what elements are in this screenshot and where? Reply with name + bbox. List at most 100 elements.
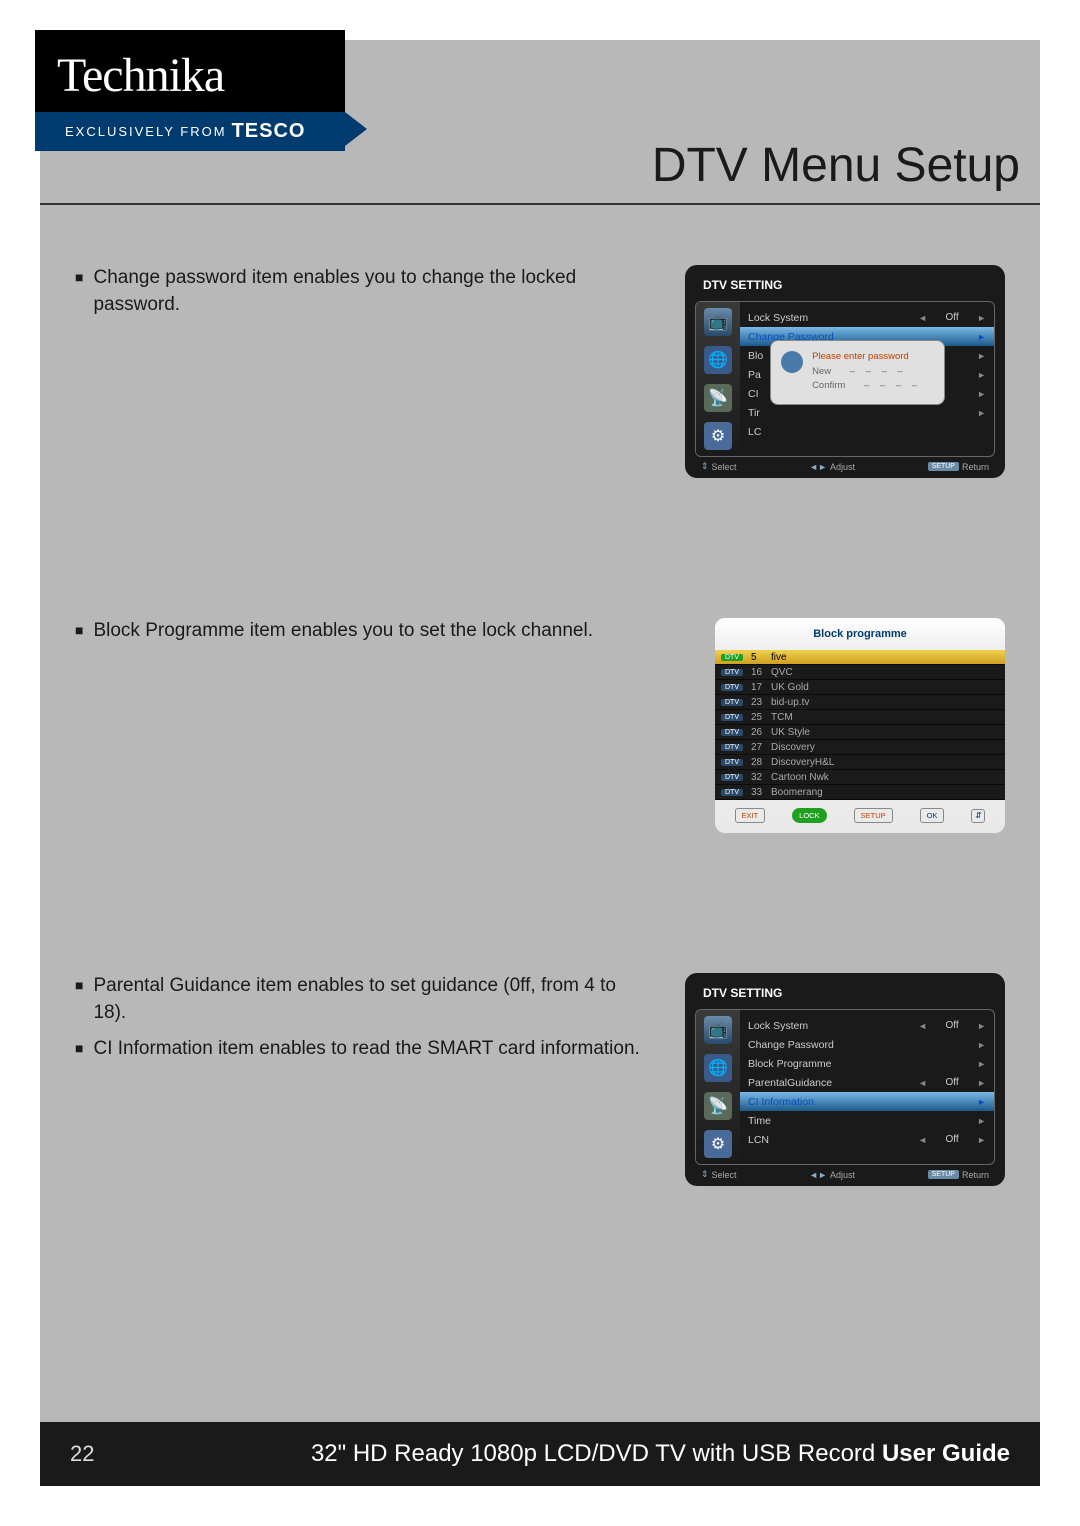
channel-name: DiscoveryH&L (771, 757, 834, 768)
bullet-text: Change password item enables you to chan… (75, 265, 645, 318)
dtv-badge: DTV (721, 699, 743, 706)
channel-name: Discovery (771, 742, 815, 753)
menu-row[interactable]: Change Password► (740, 1035, 994, 1054)
page-content: Change password item enables you to chan… (40, 205, 1040, 1186)
osd-inner: 📺 🌐 📡 ⚙ Lock System◄Off►Change Password►… (695, 1009, 995, 1165)
page-title: DTV Menu Setup (652, 138, 1020, 193)
dtv-badge: DTV (721, 759, 743, 766)
channel-name: UK Gold (771, 682, 809, 693)
dtv-badge: DTV (721, 789, 743, 796)
exclusive-banner: EXCLUSIVELY FROM TESCO (35, 112, 345, 151)
page-header: Technika EXCLUSIVELY FROM TESCO DTV Menu… (40, 40, 1040, 205)
channel-row[interactable]: DTV26UK Style (715, 725, 1005, 740)
bullet-text: Parental Guidance item enables to set gu… (75, 973, 645, 1026)
page-number: 22 (70, 1441, 94, 1467)
dtv-badge: DTV (721, 654, 743, 661)
footer-select: ⇕ Select (701, 461, 737, 472)
channel-row[interactable]: DTV32Cartoon Nwk (715, 770, 1005, 785)
info-icon (781, 351, 803, 373)
footer-return: SETUP Return (928, 1170, 989, 1180)
osd-title: DTV SETTING (695, 273, 995, 297)
channel-list: DTV5fiveDTV16QVCDTV17UK GoldDTV23bid-up.… (715, 650, 1005, 800)
lock-button[interactable]: LOCK (792, 808, 826, 823)
osd-change-password: DTV SETTING 📺 🌐 📡 ⚙ Lock System ◄ Off (685, 265, 1005, 478)
dtv-badge: DTV (721, 729, 743, 736)
page-background: Technika EXCLUSIVELY FROM TESCO DTV Menu… (40, 40, 1040, 1486)
channel-name: bid-up.tv (771, 697, 809, 708)
channel-row[interactable]: DTV28DiscoveryH&L (715, 755, 1005, 770)
arrow-right-icon: ► (977, 1021, 986, 1031)
menu-row[interactable]: Block Programme► (740, 1054, 994, 1073)
dtv-badge: DTV (721, 684, 743, 691)
arrow-left-icon: ◄ (918, 1021, 927, 1031)
leftright-icon: ◄► (809, 462, 827, 472)
logo-container: Technika EXCLUSIVELY FROM TESCO (40, 40, 345, 151)
arrow-right-icon: ► (977, 1078, 986, 1088)
osd-inner: 📺 🌐 📡 ⚙ Lock System ◄ Off ► Ch (695, 301, 995, 457)
osd-sidebar: 📺 🌐 📡 ⚙ (696, 1010, 740, 1164)
arrow-right-icon: ► (977, 1040, 986, 1050)
block-footer: EXIT LOCK SETUP OK ⇵ (715, 800, 1005, 823)
channel-name: QVC (771, 667, 793, 678)
channel-number: 23 (751, 697, 771, 708)
arrow-left-icon: ◄ (918, 1078, 927, 1088)
arrow-left-icon: ◄ (918, 313, 927, 323)
nav-updown-icon[interactable]: ⇵ (971, 809, 985, 823)
channel-name: Cartoon Nwk (771, 772, 829, 783)
footer-adjust: ◄► Adjust (809, 462, 855, 472)
menu-row-lock-system[interactable]: Lock System ◄ Off ► (740, 308, 994, 327)
channel-row[interactable]: DTV17UK Gold (715, 680, 1005, 695)
satellite-icon: 📡 (704, 1092, 732, 1120)
channel-number: 5 (751, 652, 771, 663)
channel-number: 16 (751, 667, 771, 678)
satellite-icon: 📡 (704, 384, 732, 412)
tv-icon: 📺 (704, 308, 732, 336)
setup-badge: SETUP (928, 1170, 959, 1179)
arrow-right-icon: ► (977, 1059, 986, 1069)
menu-row[interactable]: Time► (740, 1111, 994, 1130)
popup-content: Please enter password New – – – – Confir… (812, 351, 921, 394)
setup-button[interactable]: SETUP (854, 808, 893, 823)
footer-adjust: ◄► Adjust (809, 1170, 855, 1180)
osd-menu-list: Lock System ◄ Off ► Change Password ► Bl… (740, 302, 994, 456)
tv-icon: 📺 (704, 1016, 732, 1044)
dtv-badge: DTV (721, 714, 743, 721)
osd-footer: ⇕ Select ◄► Adjust SETUP Return (695, 457, 995, 472)
osd-block-programme: Block programme DTV5fiveDTV16QVCDTV17UK … (715, 618, 1005, 833)
channel-row[interactable]: DTV27Discovery (715, 740, 1005, 755)
channel-row[interactable]: DTV 23bid-up.tv (715, 695, 1005, 710)
section-text: Parental Guidance item enables to set gu… (75, 973, 645, 1073)
ok-button[interactable]: OK (920, 808, 945, 823)
arrow-right-icon: ► (977, 1097, 986, 1107)
channel-name: Boomerang (771, 787, 823, 798)
menu-row[interactable]: LCN◄Off► (740, 1130, 994, 1149)
arrow-left-icon: ◄ (918, 1135, 927, 1145)
exit-button[interactable]: EXIT (735, 808, 766, 823)
dtv-badge: DTV (721, 669, 743, 676)
popup-prompt: Please enter password (812, 351, 921, 362)
channel-name: UK Style (771, 727, 810, 738)
footer-select: ⇕ Select (701, 1169, 737, 1180)
channel-row[interactable]: DTV25TCM (715, 710, 1005, 725)
menu-row[interactable]: CI Information► (740, 1092, 994, 1111)
arrow-right-icon: ► (977, 1116, 986, 1126)
osd-sidebar: 📺 🌐 📡 ⚙ (696, 302, 740, 456)
popup-confirm-field: Confirm – – – – (812, 380, 921, 391)
footer-product-title: 32" HD Ready 1080p LCD/DVD TV with USB R… (311, 1440, 1010, 1468)
section-block-programme: Block Programme item enables you to set … (75, 618, 1005, 833)
setup-badge: SETUP (928, 462, 959, 471)
channel-number: 27 (751, 742, 771, 753)
channel-row[interactable]: DTV 16QVC (715, 665, 1005, 680)
arrow-right-icon: ► (977, 1135, 986, 1145)
arrow-right-icon: ► (977, 313, 986, 323)
osd-menu-list: Lock System◄Off►Change Password►Block Pr… (740, 1010, 994, 1164)
settings-icon: ⚙ (704, 1130, 732, 1158)
menu-row[interactable]: ParentalGuidance◄Off► (740, 1073, 994, 1092)
channel-row[interactable]: DTV 5five (715, 650, 1005, 665)
channel-row[interactable]: DTV33Boomerang (715, 785, 1005, 800)
arrow-right-icon: ► (977, 332, 986, 342)
channel-name: five (771, 652, 787, 663)
osd-footer: ⇕ Select ◄► Adjust SETUP Return (695, 1165, 995, 1180)
menu-row[interactable]: Lock System◄Off► (740, 1016, 994, 1035)
osd-ci-information: DTV SETTING 📺 🌐 📡 ⚙ Lock System◄Off►Chan… (685, 973, 1005, 1186)
